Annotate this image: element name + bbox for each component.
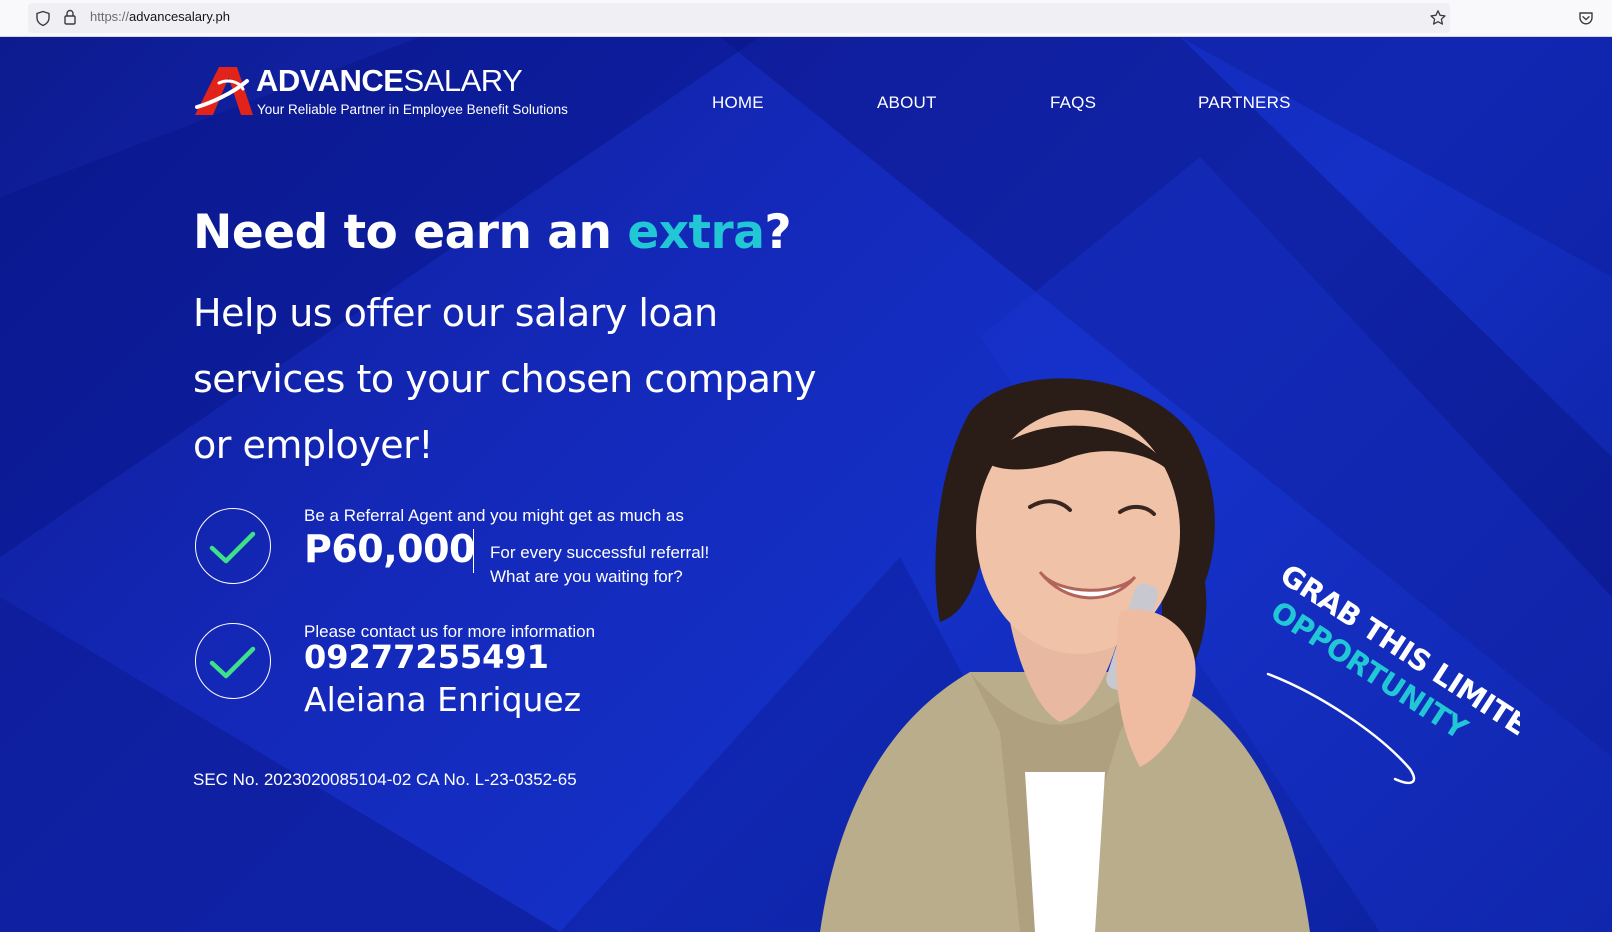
browser-toolbar: https://advancesalary.ph [0, 0, 1612, 37]
subheading-line-2: services to your chosen company [193, 357, 816, 401]
contact-check-badge [195, 623, 271, 699]
shield-icon[interactable] [34, 9, 52, 27]
logo-word-salary: SALARY [403, 63, 523, 98]
hero-subheading: Help us offer our salary loan services t… [193, 280, 833, 478]
nav-faqs[interactable]: FAQS [1050, 93, 1096, 113]
headline-suffix: ? [764, 205, 792, 260]
logo-tagline: Your Reliable Partner in Employee Benefi… [257, 102, 568, 117]
pocket-icon[interactable] [1577, 9, 1595, 27]
nav-home[interactable]: HOME [712, 93, 764, 113]
headline-prefix: Need to earn an [193, 205, 628, 260]
nav-about[interactable]: ABOUT [877, 93, 937, 113]
nav-partners[interactable]: PARTNERS [1198, 93, 1291, 113]
url-text[interactable]: https://advancesalary.ph [90, 9, 230, 24]
referral-amount: P60,000 [304, 527, 476, 571]
url-scheme: https:// [90, 9, 130, 24]
referral-note-line-1: For every successful referral! [490, 543, 710, 562]
contact-name: Aleiana Enriquez [304, 680, 582, 719]
subheading-line-3: or employer! [193, 423, 434, 467]
address-bar[interactable] [28, 3, 1450, 33]
referral-check-badge [195, 508, 271, 584]
subheading-line-1: Help us offer our salary loan [193, 291, 718, 335]
registration-info: SEC No. 2023020085104-02 CA No. L-23-035… [193, 770, 577, 789]
referral-note-line-2: What are you waiting for? [490, 567, 683, 586]
hero-headline: Need to earn an extra? [193, 205, 792, 260]
background-shapes [0, 37, 1612, 932]
headline-accent-word: extra [627, 205, 765, 260]
star-icon[interactable] [1428, 8, 1448, 28]
referral-intro: Be a Referral Agent and you might get as… [304, 506, 684, 525]
contact-phone[interactable]: 09277255491 [304, 638, 549, 676]
amount-divider [473, 529, 474, 573]
logo-wordmark[interactable]: ADVANCESALARY [256, 63, 523, 99]
url-host: advancesalary.ph [129, 9, 230, 24]
logo-mark-icon [195, 67, 253, 115]
checkmark-icon [209, 646, 255, 678]
limited-opportunity-badge: GRAB THIS LIMITED OPPORTUNITY [1265, 564, 1520, 785]
lock-icon[interactable] [62, 8, 78, 26]
logo-word-advance: ADVANCE [256, 63, 404, 98]
landing-page: ADVANCESALARY Your Reliable Partner in E… [0, 37, 1612, 932]
checkmark-icon [209, 531, 255, 563]
badge-line-1: GRAB THIS LIMITED [1274, 564, 1520, 755]
